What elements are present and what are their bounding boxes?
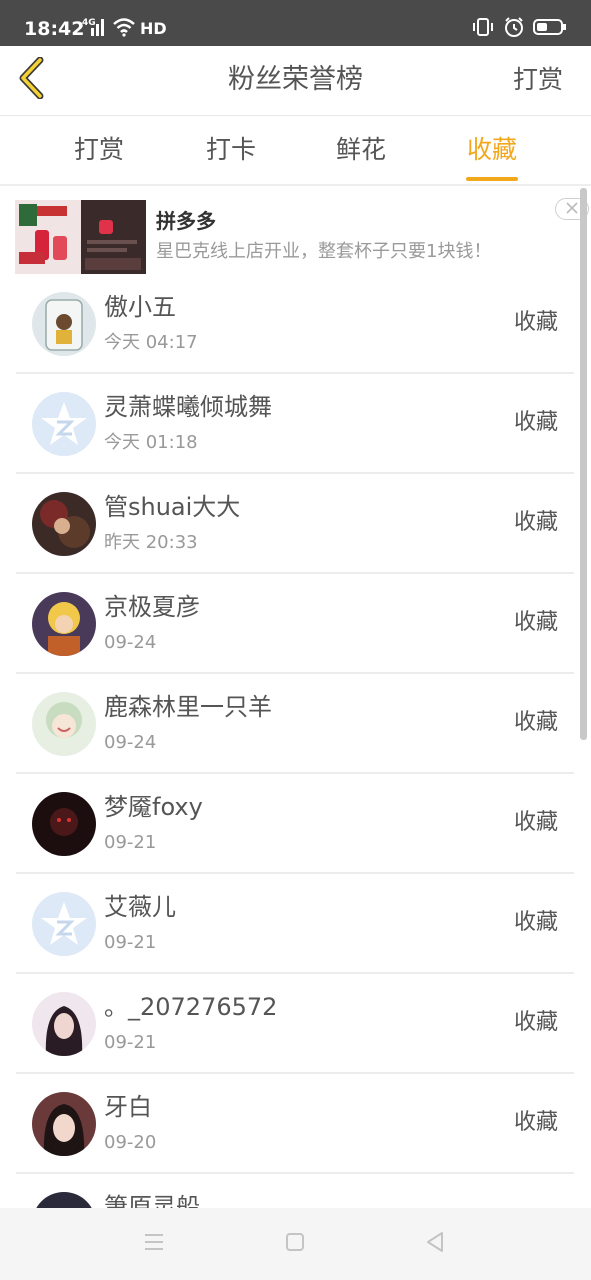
ad-description: 星巴克线上店开业，整套杯子只要1块钱！	[156, 241, 492, 262]
ad-banner[interactable]: 拼多多 星巴克线上店开业，整套杯子只要1块钱！	[0, 188, 591, 278]
close-icon	[565, 200, 579, 219]
tab-label: 打赏	[73, 135, 124, 164]
signal-icon: 4G	[82, 16, 108, 42]
list-item[interactable]: 京极夏彦 09-24 收藏	[16, 574, 574, 674]
page-title: 粉丝荣誉榜	[228, 64, 363, 95]
tab-reward[interactable]: 打赏	[73, 131, 125, 181]
ad-image	[15, 200, 146, 274]
favorite-label: 收藏	[513, 710, 558, 735]
user-name: 管shuai大大	[104, 493, 241, 521]
avatar[interactable]	[32, 492, 96, 556]
favorite-time: 09-24	[104, 732, 157, 753]
ad-title: 拼多多	[156, 209, 216, 233]
favorite-time: 09-20	[104, 1132, 157, 1153]
battery-icon	[533, 17, 567, 41]
back-nav-button[interactable]	[421, 1230, 449, 1258]
user-name: 艾薇儿	[104, 893, 176, 921]
tab-favorites[interactable]: 收藏	[462, 131, 522, 181]
svg-text:4G: 4G	[82, 18, 96, 28]
favorite-time: 今天 04:17	[104, 332, 198, 353]
list-item[interactable]: 管shuai大大 昨天 20:33 收藏	[16, 474, 574, 574]
tab-label: 打卡	[205, 135, 256, 164]
favorite-time: 今天 01:18	[104, 432, 198, 453]
avatar[interactable]	[32, 992, 96, 1056]
user-name: 。_207276572	[104, 993, 278, 1021]
wifi-icon	[112, 17, 136, 41]
vibrate-icon	[471, 16, 495, 42]
avatar[interactable]	[32, 592, 96, 656]
tab-bar: 打赏 打卡 鲜花 收藏	[0, 116, 591, 186]
reward-button[interactable]: 打赏	[513, 62, 563, 98]
scrollbar[interactable]	[580, 188, 587, 740]
avatar[interactable]	[32, 292, 96, 356]
menu-button[interactable]	[140, 1230, 168, 1258]
header: 粉丝荣誉榜 打赏	[0, 46, 591, 116]
user-name: 灵萧蝶曦倾城舞	[104, 393, 272, 421]
user-name: 京极夏彦	[104, 593, 200, 621]
back-triangle-icon	[424, 1230, 446, 1258]
tab-active-indicator	[466, 177, 518, 181]
user-name: 牙白	[104, 1093, 152, 1121]
hd-label: HD	[140, 19, 167, 38]
avatar[interactable]	[32, 892, 96, 956]
favorite-label: 收藏	[513, 610, 558, 635]
list-item[interactable]: 牙白 09-20 收藏	[16, 1074, 574, 1174]
status-bar: 18:42 4G HD	[0, 0, 591, 46]
avatar[interactable]	[32, 392, 96, 456]
list-item[interactable]: 梦魇foxy 09-21 收藏	[16, 774, 574, 874]
tab-checkin[interactable]: 打卡	[205, 131, 257, 181]
favorite-label: 收藏	[513, 1110, 558, 1135]
favorite-label: 收藏	[513, 810, 558, 835]
back-button[interactable]	[12, 56, 52, 103]
list-item[interactable]: 。_207276572 09-21 收藏	[16, 974, 574, 1074]
list-item[interactable]: 艾薇儿 09-21 收藏	[16, 874, 574, 974]
status-time: 18:42	[24, 18, 85, 40]
favorite-time: 09-21	[104, 1032, 157, 1053]
favorite-time: 09-21	[104, 832, 157, 853]
list-item[interactable]: 灵萧蝶曦倾城舞 今天 01:18 收藏	[16, 374, 574, 474]
tab-label: 收藏	[466, 135, 517, 164]
favorite-time: 09-24	[104, 632, 157, 653]
list-item[interactable]: 傲小五 今天 04:17 收藏	[16, 274, 574, 374]
favorite-label: 收藏	[513, 510, 558, 535]
tab-flowers[interactable]: 鲜花	[335, 131, 387, 181]
status-right-icons	[471, 14, 567, 44]
alarm-icon	[503, 16, 525, 42]
favorite-label: 收藏	[513, 410, 558, 435]
avatar[interactable]	[32, 1092, 96, 1156]
list-item[interactable]: 鹿森林里一只羊 09-24 收藏	[16, 674, 574, 774]
avatar[interactable]	[32, 692, 96, 756]
tab-label: 鲜花	[335, 135, 386, 164]
user-name: 傲小五	[104, 293, 176, 321]
favorite-time: 昨天 20:33	[104, 532, 198, 553]
favorite-label: 收藏	[513, 310, 558, 335]
favorite-time: 09-21	[104, 932, 157, 953]
back-arrow-icon	[18, 56, 46, 103]
system-nav-bar	[0, 1208, 591, 1280]
favorites-list: 傲小五 今天 04:17 收藏 灵萧蝶曦倾城舞 今天 01:18 收藏 管shu…	[16, 274, 574, 1274]
home-button[interactable]	[281, 1230, 309, 1258]
favorite-label: 收藏	[513, 1010, 558, 1035]
favorite-label: 收藏	[513, 910, 558, 935]
user-name: 梦魇foxy	[104, 793, 203, 821]
menu-icon	[142, 1231, 166, 1257]
avatar[interactable]	[32, 792, 96, 856]
home-icon	[284, 1231, 306, 1257]
user-name: 鹿森林里一只羊	[104, 693, 272, 721]
status-left-icons: 4G HD	[82, 14, 167, 44]
